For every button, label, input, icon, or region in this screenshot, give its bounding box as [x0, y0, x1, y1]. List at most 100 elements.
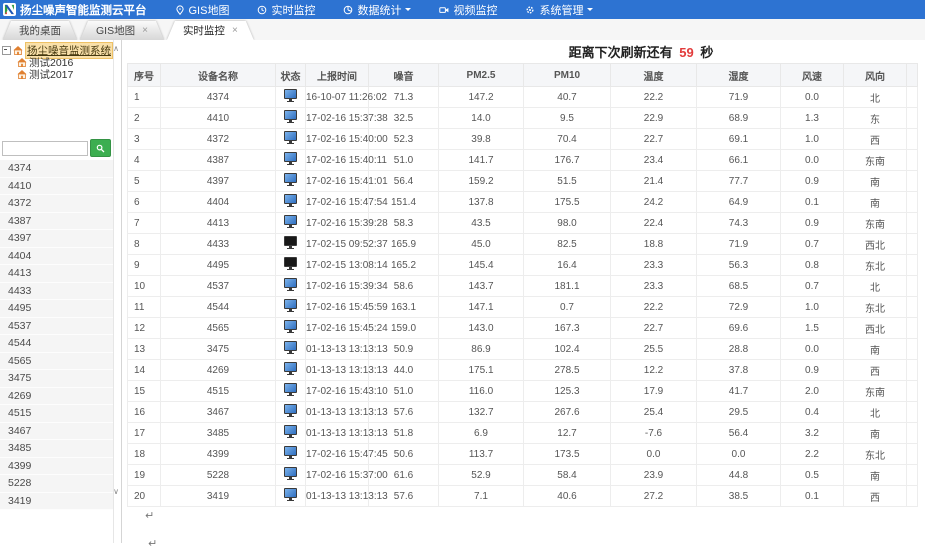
- table-cell: 4565: [161, 318, 276, 339]
- table-cell: 0.0: [697, 444, 781, 465]
- menu-item-video-monitor[interactable]: 视频监控: [425, 0, 511, 19]
- table-row[interactable]: 11454417-02-16 15:45:59163.1147.10.722.2…: [128, 297, 918, 318]
- device-list-item[interactable]: 3485: [0, 440, 113, 458]
- menu-item-realtime-monitor[interactable]: 实时监控: [243, 0, 329, 19]
- tab-label: 我的桌面: [19, 23, 61, 38]
- table-row[interactable]: 15451517-02-16 15:43:1051.0116.0125.317.…: [128, 381, 918, 402]
- table-row[interactable]: 6440417-02-16 15:47:54151.4137.8175.524.…: [128, 192, 918, 213]
- table-cell: 2: [128, 108, 161, 129]
- search-button[interactable]: [90, 139, 111, 157]
- table-cell: 东南: [844, 381, 907, 402]
- table-row[interactable]: 19522817-02-16 15:37:0061.652.958.423.94…: [128, 465, 918, 486]
- menu-item-gis-map[interactable]: GIS地图: [161, 0, 244, 19]
- table-cell: 17-02-16 15:40:00: [306, 129, 369, 150]
- table-row[interactable]: 5439717-02-16 15:41:0156.4159.251.521.47…: [128, 171, 918, 192]
- device-list-item[interactable]: 3467: [0, 423, 113, 441]
- device-list-item[interactable]: 4515: [0, 405, 113, 423]
- table-cell: 98.0: [524, 213, 611, 234]
- tab-close-icon[interactable]: ×: [142, 26, 148, 36]
- table-cell: 17-02-16 15:47:54: [306, 192, 369, 213]
- table-row[interactable]: 7441317-02-16 15:39:2858.343.598.022.474…: [128, 213, 918, 234]
- table-cell: 东北: [844, 297, 907, 318]
- device-list-item[interactable]: 4565: [0, 353, 113, 371]
- device-list-item[interactable]: 4374: [0, 160, 113, 178]
- table-cell: 东南: [844, 213, 907, 234]
- table-row[interactable]: 17348501-13-13 13:13:1351.86.912.7-7.656…: [128, 423, 918, 444]
- device-list-item[interactable]: 4537: [0, 318, 113, 336]
- tree-node-test2017[interactable]: 测试2017: [17, 68, 113, 80]
- monitor-blue-icon: [276, 465, 306, 486]
- table-cell: 1.0: [781, 297, 844, 318]
- search-input[interactable]: [2, 141, 88, 156]
- tab-my-desktop[interactable]: 我的桌面: [3, 21, 77, 40]
- table-row[interactable]: 10453717-02-16 15:39:3458.6143.7181.123.…: [128, 276, 918, 297]
- table-row[interactable]: 12456517-02-16 15:45:24159.0143.0167.322…: [128, 318, 918, 339]
- table-cell: 01-13-13 13:13:13: [306, 339, 369, 360]
- table-cell: 141.7: [439, 150, 524, 171]
- tab-gis-map[interactable]: GIS地图 ×: [80, 21, 164, 40]
- tree-node-label[interactable]: 测试2017: [29, 67, 73, 82]
- device-list-item[interactable]: 5228: [0, 475, 113, 493]
- menu-item-system-management[interactable]: 系统管理: [511, 0, 607, 19]
- device-list-item[interactable]: 4372: [0, 195, 113, 213]
- gear-icon: [525, 5, 535, 15]
- table-cell: 0.5: [781, 465, 844, 486]
- return-mark: ↵: [148, 537, 157, 550]
- table-cell: 68.5: [697, 276, 781, 297]
- table-cell: 167.3: [524, 318, 611, 339]
- table-cell: 22.7: [611, 318, 697, 339]
- device-tree: 扬尘噪音监测系统 测试2016: [0, 40, 113, 80]
- device-list-item[interactable]: 4397: [0, 230, 113, 248]
- table-cell: 1.5: [781, 318, 844, 339]
- table-cell-spacer: [907, 150, 918, 171]
- scroll-down-icon[interactable]: ∨: [112, 488, 120, 496]
- table-cell-spacer: [907, 297, 918, 318]
- table-cell: 13: [128, 339, 161, 360]
- table-row[interactable]: 16346701-13-13 13:13:1357.6132.7267.625.…: [128, 402, 918, 423]
- device-list-item[interactable]: 3419: [0, 493, 113, 511]
- device-list-item[interactable]: 4433: [0, 283, 113, 301]
- table-cell: 17.9: [611, 381, 697, 402]
- menu-item-data-statistics[interactable]: 数据统计: [329, 0, 425, 19]
- device-list-item[interactable]: 3475: [0, 370, 113, 388]
- table-row[interactable]: 2441017-02-16 15:37:3832.514.09.522.968.…: [128, 108, 918, 129]
- table-cell: 1.3: [781, 108, 844, 129]
- tab-close-icon[interactable]: ×: [232, 26, 238, 36]
- table-row[interactable]: 14426901-13-13 13:13:1344.0175.1278.512.…: [128, 360, 918, 381]
- monitor-blue-icon: [276, 276, 306, 297]
- table-row[interactable]: 20341901-13-13 13:13:1357.67.140.627.238…: [128, 486, 918, 507]
- table-cell: 159.2: [439, 171, 524, 192]
- table-row[interactable]: 1437416-10-07 11:26:0271.3147.240.722.27…: [128, 87, 918, 108]
- tab-label: GIS地图: [96, 23, 135, 38]
- collapse-icon[interactable]: [2, 46, 11, 55]
- column-header: 序号: [128, 64, 161, 87]
- scroll-up-icon[interactable]: ∧: [112, 45, 120, 53]
- tab-realtime-monitor[interactable]: 实时监控 ×: [167, 21, 254, 40]
- table-row[interactable]: 9449517-02-15 13:08:14165.2145.416.423.3…: [128, 255, 918, 276]
- table-row[interactable]: 18439917-02-16 15:47:4550.6113.7173.50.0…: [128, 444, 918, 465]
- monitor-black-icon: [276, 255, 306, 276]
- device-list-item[interactable]: 4387: [0, 213, 113, 231]
- device-list-item[interactable]: 4410: [0, 178, 113, 196]
- table-cell: 01-13-13 13:13:13: [306, 486, 369, 507]
- table-cell: 267.6: [524, 402, 611, 423]
- table-cell: 102.4: [524, 339, 611, 360]
- column-header-spacer: [907, 64, 918, 87]
- table-row[interactable]: 4438717-02-16 15:40:1151.0141.7176.723.4…: [128, 150, 918, 171]
- table-cell: 4544: [161, 297, 276, 318]
- table-row[interactable]: 8443317-02-15 09:52:37165.945.082.518.87…: [128, 234, 918, 255]
- device-list-item[interactable]: 4495: [0, 300, 113, 318]
- menu-item-label: 系统管理: [539, 2, 583, 18]
- device-list-item[interactable]: 4404: [0, 248, 113, 266]
- table-row[interactable]: 13347501-13-13 13:13:1350.986.9102.425.5…: [128, 339, 918, 360]
- device-list-item[interactable]: 4413: [0, 265, 113, 283]
- device-list-item[interactable]: 4269: [0, 388, 113, 406]
- chevron-down-icon: [587, 8, 593, 11]
- table-cell: 17-02-15 09:52:37: [306, 234, 369, 255]
- table-row[interactable]: 3437217-02-16 15:40:0052.339.870.422.769…: [128, 129, 918, 150]
- device-list-item[interactable]: 4544: [0, 335, 113, 353]
- table-cell: 北: [844, 87, 907, 108]
- table-cell: 5: [128, 171, 161, 192]
- table-cell: 113.7: [439, 444, 524, 465]
- device-list-item[interactable]: 4399: [0, 458, 113, 476]
